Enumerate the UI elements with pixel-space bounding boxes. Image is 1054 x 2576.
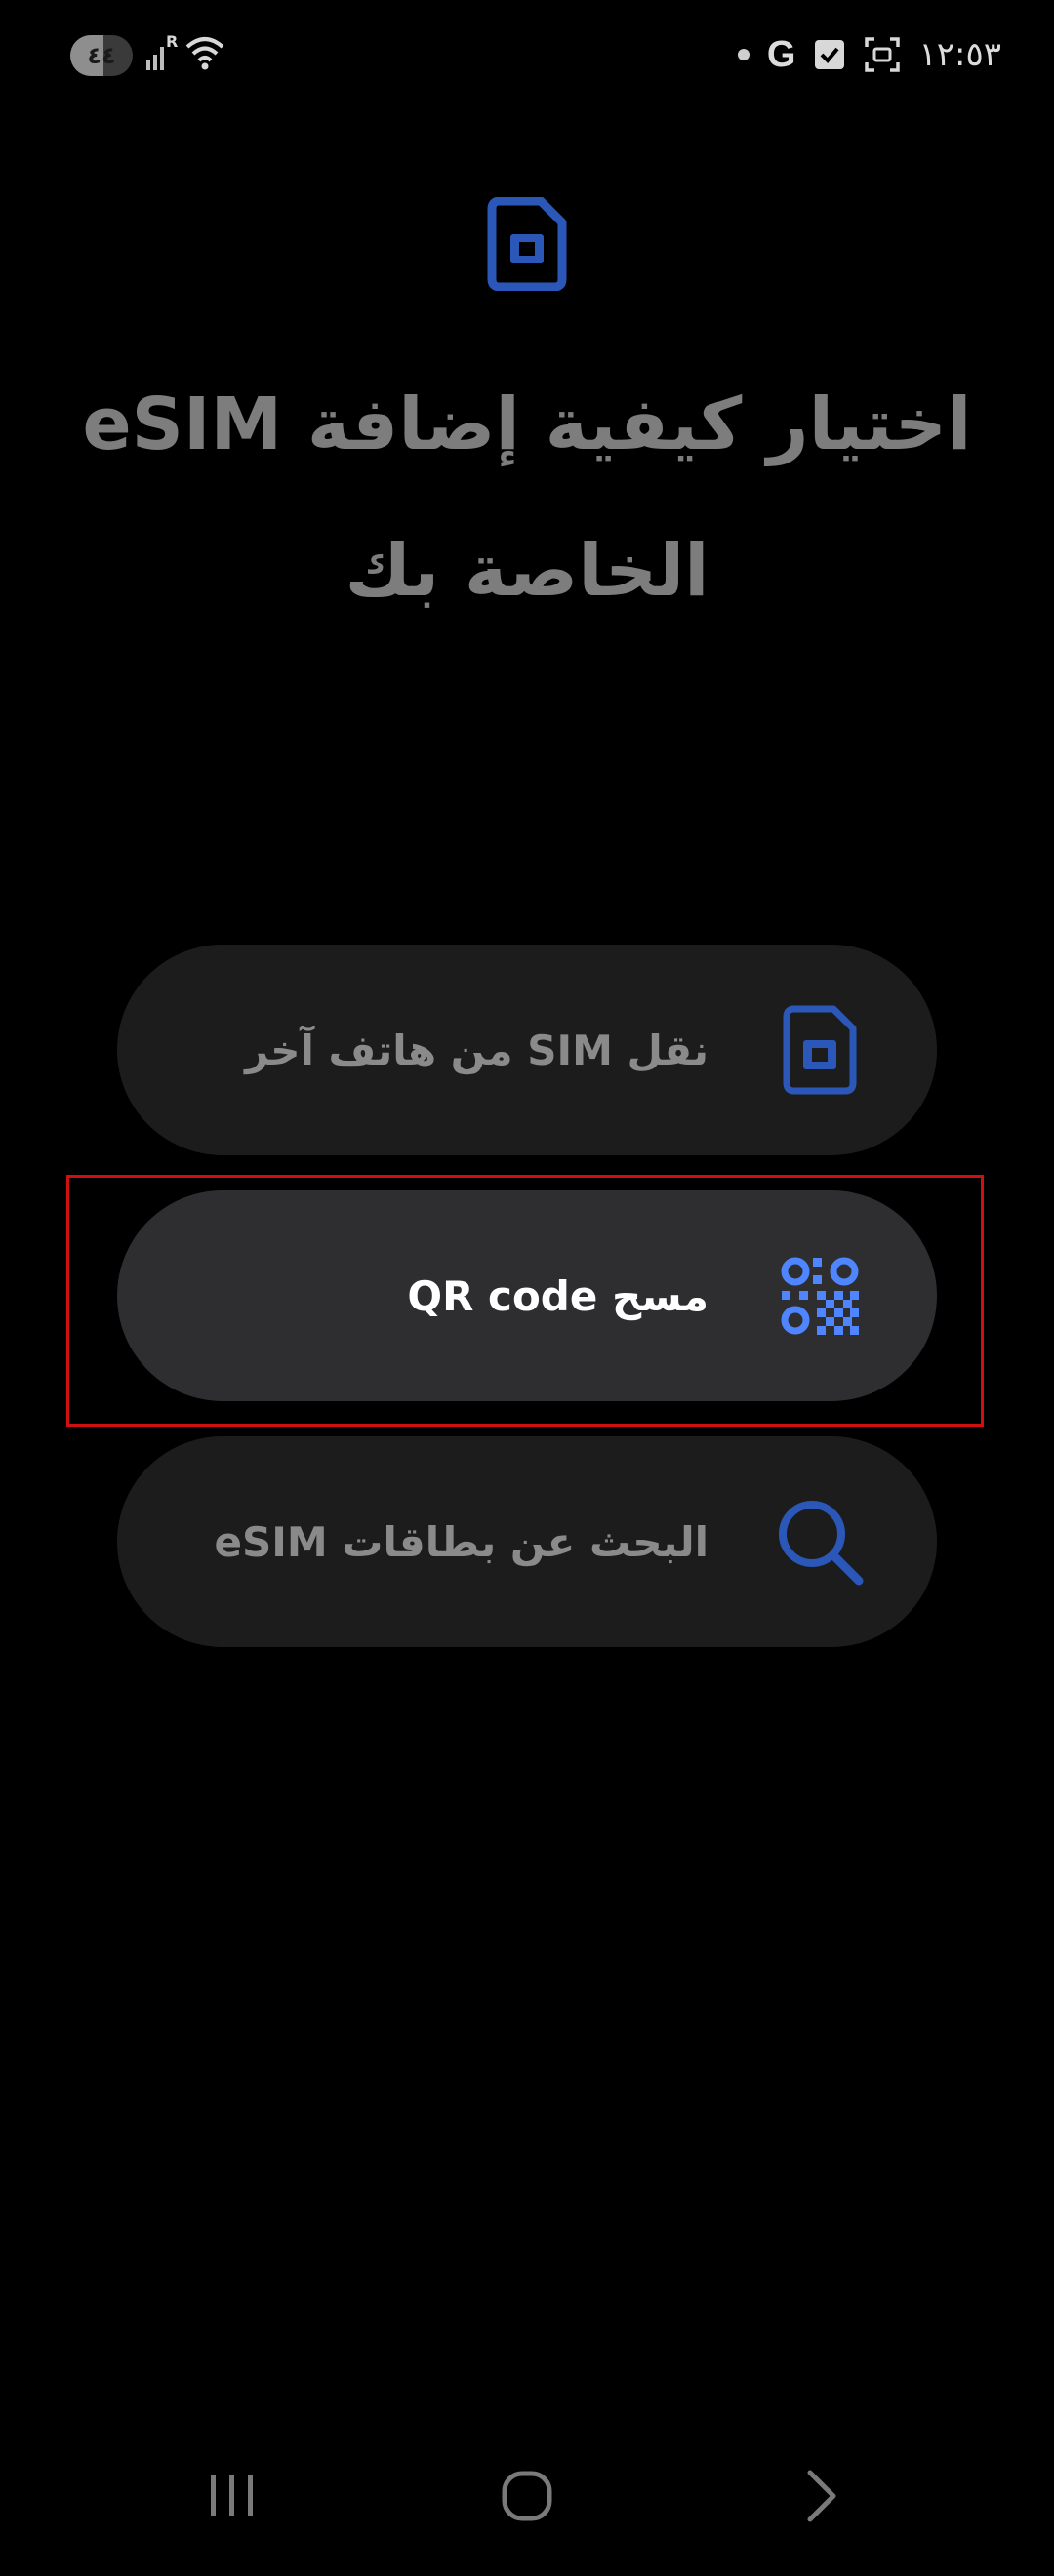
home-icon (502, 2471, 552, 2521)
page-title: اختيار كيفية إضافة eSIM الخاصة بك (82, 382, 972, 613)
back-button[interactable] (763, 2437, 880, 2555)
sim-card-icon (487, 197, 567, 291)
screenshot-icon (865, 37, 901, 72)
status-right-group: G ١٢:٥٣ (737, 29, 1001, 80)
battery-indicator: ٤٤ (70, 35, 133, 76)
status-bar: ٤٤ R G ١٢:٥٣ (0, 0, 1054, 109)
back-icon (807, 2470, 836, 2522)
recents-button[interactable] (174, 2437, 291, 2555)
roaming-indicator: R (166, 33, 178, 51)
wifi-icon (185, 37, 224, 70)
scan-qr-code-option[interactable]: مسح QR code (117, 1190, 937, 1401)
option-label: نقل SIM من هاتف آخر (245, 1026, 709, 1074)
recents-icon (211, 2475, 253, 2516)
navigation-bar (0, 2430, 1054, 2576)
search-icon (771, 1493, 869, 1590)
transfer-sim-option[interactable]: نقل SIM من هاتف آخر (117, 945, 937, 1155)
option-label: مسح QR code (407, 1271, 709, 1320)
signal-icon: R (146, 33, 178, 70)
option-label: البحث عن بطاقات eSIM (214, 1517, 709, 1566)
qr-code-icon (771, 1247, 869, 1345)
home-button[interactable] (468, 2437, 586, 2555)
clock: ١٢:٥٣ (918, 35, 1001, 74)
sim-card-icon (771, 1001, 869, 1099)
battery-level: ٤٤ (87, 42, 116, 69)
esim-add-screen: ٤٤ R G ١٢:٥٣ اختيار كيفية إضافة eSIM الخ… (0, 0, 1054, 2576)
google-icon: G (766, 33, 796, 75)
search-esim-option[interactable]: البحث عن بطاقات eSIM (117, 1436, 937, 1647)
notification-dot-icon (737, 49, 750, 60)
task-check-icon (815, 40, 845, 69)
